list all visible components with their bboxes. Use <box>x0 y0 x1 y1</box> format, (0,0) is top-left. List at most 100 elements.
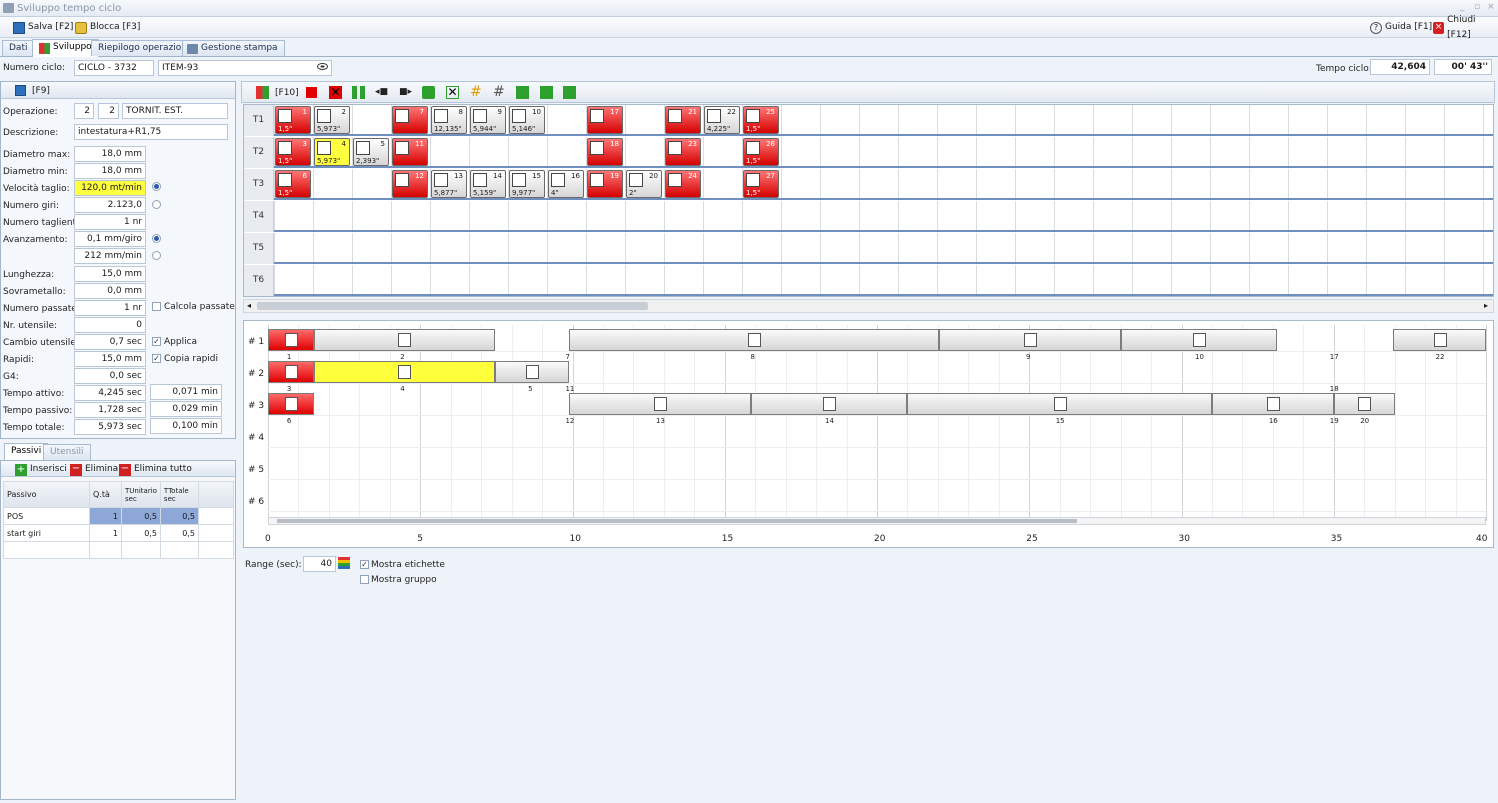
gantt-bar[interactable] <box>313 329 495 351</box>
operation-tile[interactable]: 5 2,393" <box>353 138 389 166</box>
rpm-radio[interactable] <box>152 200 161 209</box>
align-top-icon[interactable] <box>516 86 529 99</box>
gantt-bar[interactable] <box>268 393 314 415</box>
param-value[interactable]: 15,0 mm <box>74 351 146 367</box>
operation-tile[interactable]: 4 5,973" <box>314 138 350 166</box>
grid-add-icon[interactable] <box>352 86 366 99</box>
cycle-number-field[interactable]: CICLO - 3732 <box>74 60 154 76</box>
param-value[interactable]: 5,973 sec <box>74 419 146 435</box>
align-bottom-icon[interactable] <box>563 86 576 99</box>
operation-tile[interactable]: 13 5,877" <box>431 170 467 198</box>
gantt-bar[interactable] <box>1333 393 1395 415</box>
table-row[interactable]: POS 1 0,5 0,5 <box>3 507 235 525</box>
save-params-icon[interactable] <box>15 85 26 96</box>
gantt-scrollbar[interactable] <box>268 517 1486 525</box>
param-value[interactable]: 1 nr <box>74 214 146 230</box>
operation-tile[interactable]: 25 1,5" <box>743 106 779 134</box>
param-value[interactable]: 1,728 sec <box>74 402 146 418</box>
column-header[interactable]: Passivo <box>3 481 90 508</box>
gantt-bar[interactable] <box>1211 393 1334 415</box>
operation-tile[interactable]: 23 <box>665 138 701 166</box>
gantt-bar[interactable] <box>494 361 570 383</box>
operation-tile[interactable]: 1 1,5" <box>275 106 311 134</box>
eye-icon[interactable] <box>317 63 328 70</box>
operation-tile[interactable]: 15 9,977" <box>509 170 545 198</box>
tab-riepilogo-operazioni[interactable]: Riepilogo operazioni <box>91 40 197 56</box>
gantt-bar[interactable] <box>907 393 1212 415</box>
feed-mm-rev-radio[interactable] <box>152 234 161 243</box>
param-value[interactable]: 4,245 sec <box>74 385 146 401</box>
operation-tile[interactable]: 17 <box>587 106 623 134</box>
operation-tile[interactable]: 6 1,5" <box>275 170 311 198</box>
description-field[interactable]: intestatura+R1,75 <box>74 124 228 140</box>
tab-passivi[interactable]: Passivi <box>4 443 49 461</box>
param-value[interactable]: 2.123,0 giri/min <box>74 197 146 224</box>
stop-icon[interactable] <box>306 87 317 98</box>
show-group-checkbox[interactable] <box>360 575 369 584</box>
grid-yellow-icon[interactable]: # <box>470 85 482 99</box>
gantt-bar[interactable] <box>939 329 1121 351</box>
column-header[interactable]: TTotale sec <box>159 481 199 508</box>
column-header[interactable]: Q.tà <box>89 481 122 508</box>
operation-tile[interactable]: 3 1,5" <box>275 138 311 166</box>
operation-tile[interactable]: 27 1,5" <box>743 170 779 198</box>
gantt-bar[interactable] <box>313 361 495 383</box>
align-center-icon[interactable] <box>540 86 553 99</box>
swap-icon[interactable] <box>422 86 435 99</box>
gantt-bar[interactable] <box>569 393 751 415</box>
cutting-speed-radio[interactable] <box>152 182 161 191</box>
param-value[interactable]: 15,0 mm <box>74 266 146 282</box>
apply-checkbox[interactable]: ✓ <box>152 337 161 346</box>
gantt-bar[interactable] <box>1120 329 1278 351</box>
delete-all-button[interactable]: − Elimina tutto <box>119 462 192 477</box>
gantt-bar[interactable] <box>268 329 314 351</box>
insert-button[interactable]: + Inserisci <box>15 462 67 477</box>
param-value[interactable]: 18,0 mm <box>74 146 146 162</box>
operation-tile[interactable]: 10 5,146" <box>509 106 545 134</box>
gantt-bar[interactable] <box>1393 329 1486 351</box>
operation-tile[interactable]: 26 1,5" <box>743 138 779 166</box>
operation-number-1[interactable]: 2 <box>74 103 94 119</box>
gantt-bar[interactable] <box>268 361 314 383</box>
operation-tile[interactable]: 24 <box>665 170 701 198</box>
operation-tile[interactable]: 19 <box>587 170 623 198</box>
help-button[interactable]: ? Guida [F1] <box>1370 20 1432 35</box>
tab-gestione-stampa[interactable]: Gestione stampa <box>182 40 285 56</box>
delete-button[interactable]: − Elimina <box>70 462 118 477</box>
lock-button[interactable]: Blocca [F3] <box>75 20 140 35</box>
param-value[interactable]: 0 <box>74 317 146 333</box>
column-header[interactable]: TUnitario sec <box>121 481 161 508</box>
param-value[interactable]: 0,0 sec <box>74 368 146 384</box>
operation-number-2[interactable]: 2 <box>98 103 119 119</box>
operation-tile[interactable]: 22 4,225" <box>704 106 740 134</box>
clear-icon[interactable]: ✕ <box>446 86 459 99</box>
param-value[interactable]: 212 mm/min <box>74 248 146 264</box>
feed-mm-min-radio[interactable] <box>152 251 161 260</box>
scroll-left-icon[interactable]: ◂ <box>247 301 251 310</box>
param-value[interactable]: 0,1 mm/giro <box>74 231 146 247</box>
param-value[interactable]: 18,0 mm <box>74 163 146 179</box>
param-value[interactable]: 0,0 mm <box>74 283 146 299</box>
minimize-icon[interactable]: _ <box>1460 2 1465 12</box>
operation-tile[interactable]: 8 12,135" <box>431 106 467 134</box>
tab-dati[interactable]: Dati <box>2 40 35 56</box>
operation-tile[interactable]: 21 <box>665 106 701 134</box>
delete-op-icon[interactable]: ✕ <box>329 86 342 99</box>
operation-tile[interactable]: 18 <box>587 138 623 166</box>
scroll-right-icon[interactable]: ▸ <box>1484 301 1488 310</box>
operation-tile[interactable]: 9 5,944" <box>470 106 506 134</box>
operation-name-field[interactable]: TORNIT. EST. <box>122 103 228 119</box>
param-value[interactable]: 1 nr <box>74 300 146 316</box>
operation-tile[interactable]: 20 2" <box>626 170 662 198</box>
gantt-scroll-thumb[interactable] <box>277 519 1077 523</box>
table-row[interactable]: start giri 1 0,5 0,5 <box>3 524 235 542</box>
scroll-thumb[interactable] <box>257 302 648 310</box>
move-right-icon[interactable]: ■▸ <box>399 88 413 97</box>
gantt-bar[interactable] <box>569 329 940 351</box>
horizontal-scrollbar[interactable]: ◂ ▸ <box>243 299 1494 313</box>
operation-tile[interactable]: 14 5,159" <box>470 170 506 198</box>
calc-passes-checkbox[interactable] <box>152 302 161 311</box>
chart-bars-icon[interactable] <box>338 557 350 569</box>
grid-icon[interactable]: # <box>493 85 505 99</box>
operation-tile[interactable]: 12 <box>392 170 428 198</box>
